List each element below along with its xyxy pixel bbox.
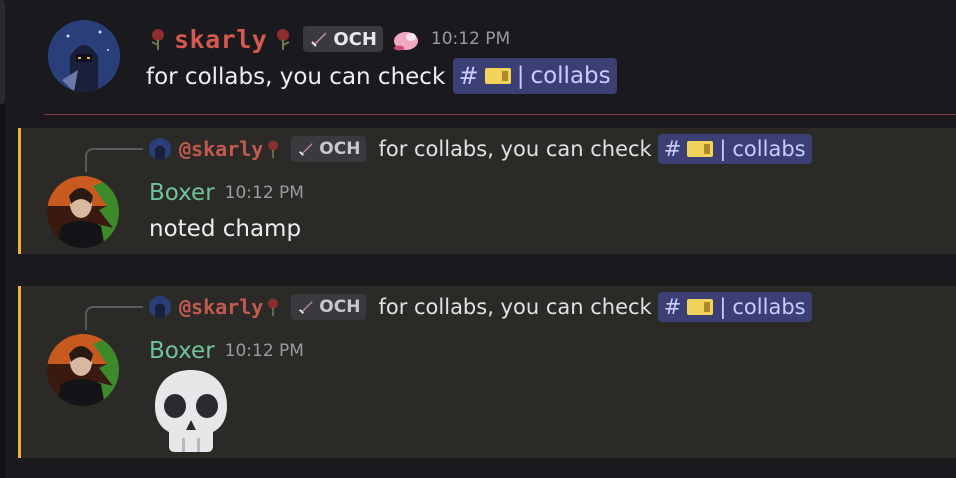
message-boxer-reply[interactable]: @skarly OCH for collabs, you can check #… [18, 128, 956, 254]
ticket-icon [687, 141, 714, 157]
reply-server-tag: OCH [291, 136, 367, 162]
rose-icon [263, 297, 283, 317]
kirby-icon [391, 27, 421, 51]
boxer-avatar[interactable] [47, 334, 119, 406]
reply-connector [85, 148, 143, 172]
skarly-mini-avatar [149, 296, 171, 318]
scrollbar[interactable] [0, 0, 5, 478]
message-text: for collabs, you can check [146, 64, 446, 90]
ticket-icon [687, 299, 714, 315]
hash-icon: # [458, 62, 479, 90]
author-name[interactable]: Boxer [149, 338, 215, 364]
author-name[interactable]: skarly [174, 25, 267, 54]
message-boxer-reply[interactable]: @skarly OCH for collabs, you can check #… [18, 286, 956, 458]
reply-text: for collabs, you can check [378, 295, 652, 319]
message-skarly[interactable]: skarly OCH 10:12 PM for collabs, you can… [18, 0, 956, 112]
reply-preview[interactable]: @skarly OCH for collabs, you can check #… [149, 134, 812, 164]
reply-author[interactable]: @skarly [179, 137, 263, 161]
message-header: skarly OCH 10:12 PM [146, 24, 510, 54]
reply-server-tag: OCH [291, 294, 367, 320]
timestamp[interactable]: 10:12 PM [225, 341, 304, 361]
reply-channel-mention[interactable]: # | collabs [657, 292, 812, 322]
channel-name: collabs [732, 137, 806, 161]
reply-connector [85, 306, 143, 330]
hash-icon: # [663, 137, 682, 161]
reply-channel-mention[interactable]: # | collabs [657, 134, 812, 164]
boxer-avatar[interactable] [47, 176, 119, 248]
author-name[interactable]: Boxer [149, 180, 215, 206]
message-content: for collabs, you can check # | collabs [146, 58, 617, 94]
server-tag[interactable]: OCH [303, 26, 383, 52]
new-messages-divider [44, 114, 956, 115]
ticket-icon [484, 68, 511, 84]
reply-author[interactable]: @skarly [179, 295, 263, 319]
sword-icon [299, 300, 313, 314]
rose-icon [271, 27, 295, 51]
timestamp[interactable]: 10:12 PM [225, 183, 304, 203]
channel-name: collabs [530, 63, 611, 89]
timestamp[interactable]: 10:12 PM [431, 29, 510, 49]
scrollbar-thumb[interactable] [0, 0, 5, 104]
rose-icon [263, 139, 283, 159]
reply-tag-label: OCH [319, 139, 361, 159]
channel-name: collabs [732, 295, 806, 319]
rose-icon [146, 27, 170, 51]
server-tag-label: OCH [333, 28, 377, 50]
message-text: noted champ [149, 216, 302, 242]
hash-icon: # [663, 295, 682, 319]
channel-mention[interactable]: # | collabs [452, 58, 617, 94]
message-header: Boxer 10:12 PM [149, 178, 304, 208]
sword-icon [311, 32, 327, 47]
reply-text: for collabs, you can check [378, 137, 652, 161]
reply-tag-label: OCH [319, 297, 361, 317]
sword-icon [299, 142, 313, 156]
skarly-mini-avatar [149, 138, 171, 160]
reply-preview[interactable]: @skarly OCH for collabs, you can check #… [149, 292, 812, 322]
skarly-avatar[interactable] [48, 20, 120, 92]
message-header: Boxer 10:12 PM [149, 336, 304, 366]
skull-emoji[interactable] [149, 366, 233, 458]
